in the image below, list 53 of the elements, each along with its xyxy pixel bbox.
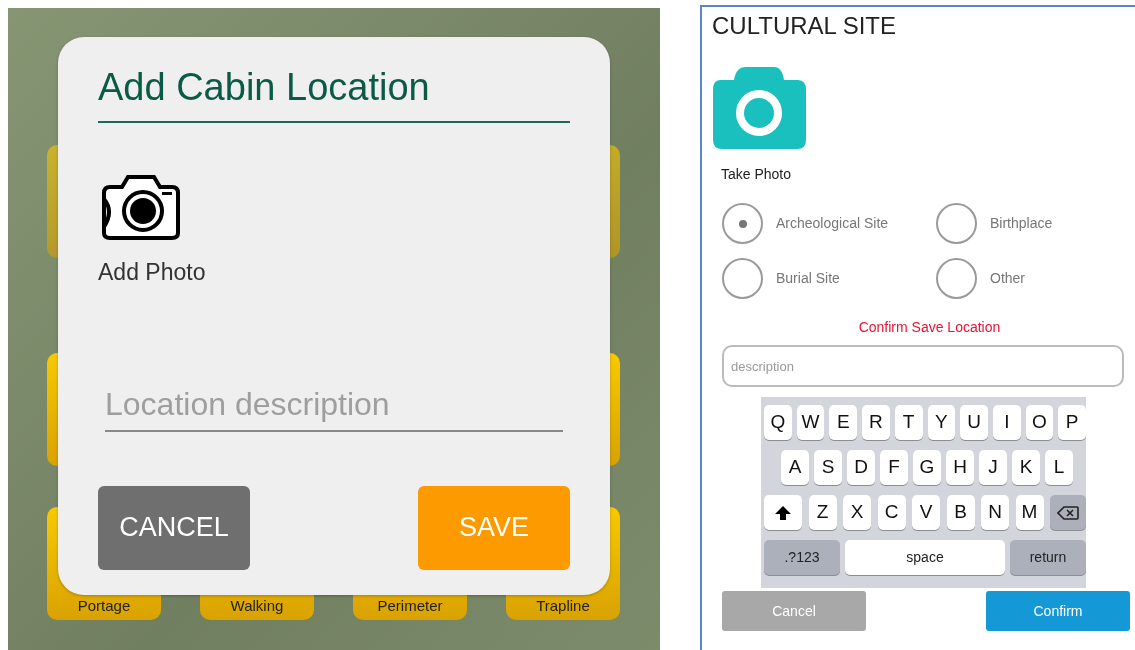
space-key[interactable]: space — [845, 540, 1005, 575]
take-photo-label: Take Photo — [721, 165, 793, 184]
form-title: CULTURAL SITE — [712, 11, 898, 41]
tile-label: Walking — [230, 595, 284, 616]
radio-button[interactable] — [722, 203, 763, 244]
radio-button[interactable] — [722, 258, 763, 299]
backspace-key[interactable] — [1050, 495, 1086, 530]
description-field[interactable]: description — [722, 345, 1124, 387]
location-description-field[interactable]: Location description — [105, 379, 563, 432]
shift-arrow-icon — [775, 505, 791, 520]
keyboard-key[interactable]: X — [843, 495, 871, 530]
keyboard-key[interactable]: return — [1010, 540, 1086, 575]
radio-label: Other — [990, 269, 1025, 288]
keyboard-key[interactable]: .?123 — [764, 540, 840, 575]
radio-label: Archeological Site — [776, 214, 889, 233]
keyboard-key[interactable]: B — [946, 495, 975, 530]
keyboard-key[interactable]: W — [796, 405, 825, 440]
keyboard-key[interactable]: Y — [927, 405, 956, 440]
tile-label: Portage — [77, 595, 131, 616]
keyboard-key[interactable]: Q — [764, 405, 792, 440]
keyboard-key[interactable]: R — [862, 405, 890, 440]
confirm-prompt: Confirm Save Location — [857, 318, 1001, 337]
tile-label: Perimeter — [377, 595, 443, 616]
radio-button[interactable] — [936, 258, 977, 299]
keyboard-key[interactable]: T — [894, 405, 923, 440]
keyboard-key[interactable]: O — [1025, 405, 1054, 440]
keyboard-key[interactable]: M — [1015, 495, 1044, 530]
backspace-icon — [1057, 505, 1079, 520]
keyboard-key[interactable]: G — [913, 450, 941, 485]
radio-label: Birthplace — [990, 214, 1053, 233]
keyboard-key[interactable]: J — [979, 450, 1007, 485]
keyboard-key[interactable]: V — [912, 495, 940, 530]
shift-key[interactable] — [764, 495, 802, 530]
keyboard-key[interactable]: S — [814, 450, 842, 485]
radio-label: Burial Site — [776, 269, 840, 288]
keyboard-key[interactable]: E — [829, 405, 858, 440]
keyboard-key[interactable]: P — [1058, 405, 1086, 440]
dialog-title: Add Cabin Location — [98, 65, 570, 123]
cancel-button[interactable]: CANCEL — [98, 485, 250, 570]
keyboard-key[interactable]: D — [847, 450, 875, 485]
keyboard-key[interactable]: K — [1012, 450, 1040, 485]
keyboard-key[interactable]: N — [981, 495, 1009, 530]
keyboard-key[interactable]: C — [877, 495, 906, 530]
add-photo-label: Add Photo — [98, 258, 207, 287]
keyboard-key[interactable]: H — [946, 450, 974, 485]
tile-label: Trapline — [536, 595, 590, 616]
keyboard-key[interactable]: F — [880, 450, 908, 485]
keyboard-key[interactable]: A — [781, 450, 809, 485]
radio-button[interactable] — [936, 203, 977, 244]
keyboard-key[interactable]: U — [960, 405, 988, 440]
keyboard-key[interactable]: Z — [808, 495, 837, 530]
keyboard-key[interactable]: I — [992, 405, 1021, 440]
keyboard-key[interactable]: L — [1045, 450, 1073, 485]
